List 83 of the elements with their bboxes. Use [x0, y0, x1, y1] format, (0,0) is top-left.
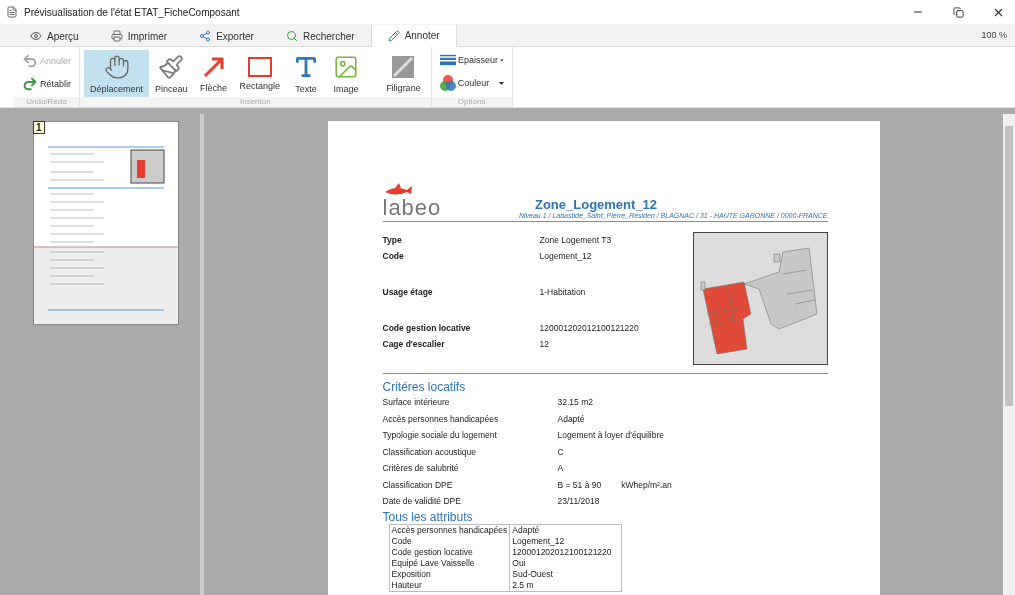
attribute-value: 120001202012100121220 — [509, 546, 621, 558]
criteria-value: Adapté — [557, 413, 585, 424]
attribute-name: Equipé Lave Vaisselle — [389, 557, 510, 569]
tool-button[interactable]: Pinceau — [149, 50, 194, 97]
field-label: Code — [382, 251, 405, 261]
zoom-level: 100 % — [981, 30, 1007, 40]
eye-icon — [30, 30, 42, 42]
field-label: Code gestion locative — [382, 323, 472, 333]
printer-icon — [110, 30, 123, 42]
caret-icon — [499, 58, 504, 62]
rectangle-icon — [247, 56, 272, 77]
window-title: Prévisualisation de l'état ETAT_FicheComposant — [24, 6, 241, 18]
section-title: Critéres locatifs — [382, 380, 467, 394]
ribbon-tab[interactable]: Aperçu — [14, 25, 95, 47]
watermark-icon — [391, 54, 416, 79]
share-icon — [199, 30, 212, 42]
attribute-name: Exposition — [389, 568, 510, 580]
tool-button[interactable]: Déplacement — [84, 50, 150, 97]
hand-icon — [103, 53, 130, 80]
option-dropdown[interactable]: Epaisseur — [435, 51, 508, 69]
attribute-value: Sud-Ouest — [509, 568, 621, 580]
brush-icon — [158, 53, 185, 80]
document-title: Zone_Logement_12 — [534, 197, 658, 212]
section-title: Tous les attributs — [382, 509, 474, 524]
criteria-value: Logement à loyer d'équilibre — [557, 430, 665, 441]
attribute-name: Hauteur — [389, 579, 510, 591]
tool-button[interactable]: Rectangle — [233, 50, 287, 97]
criteria-label: Classification DPE — [382, 479, 454, 490]
attribute-name: Code gestion locative — [389, 546, 510, 558]
line-thickness-icon — [439, 53, 456, 67]
page-number: 1 — [33, 121, 45, 134]
field-label: Cage d'escalier — [382, 339, 446, 349]
field-label: Usage étage — [382, 287, 434, 297]
criteria-value: 23/11/2018 — [557, 496, 600, 507]
vertical-scrollbar[interactable] — [1003, 114, 1015, 595]
criteria-label: Typologie sociale du logement — [382, 430, 498, 441]
group-label: Insertion — [80, 97, 431, 107]
ribbon-tab[interactable]: Imprimer — [94, 25, 184, 47]
group-label: Options — [431, 97, 512, 107]
criteria-label: Surface intérieure — [382, 397, 451, 408]
search-icon — [285, 30, 298, 42]
criteria-value: 32.15 m2 — [557, 397, 593, 408]
attribute-name: Accès personnes handicapées — [389, 524, 510, 536]
ribbon-tab[interactable]: Exporter — [183, 25, 270, 47]
field-value: 1-Habitation — [539, 287, 587, 297]
attribute-value: 2.5 m — [509, 579, 621, 591]
redo-button[interactable]: Rétablir — [18, 73, 76, 94]
criteria-label: Date de validité DPE — [382, 496, 462, 507]
field-value: Zone Logement T3 — [539, 235, 613, 245]
criteria-value: C — [557, 446, 564, 457]
field-value: 120001202012100121220 — [539, 323, 640, 333]
criteria-label: Classification acoustique — [382, 446, 478, 457]
attribute-name: Code — [389, 535, 510, 547]
tool-button[interactable]: Texte — [286, 50, 327, 97]
field-value: 12 — [539, 339, 550, 349]
criteria-value: B = 51 à 90 — [557, 479, 602, 490]
caret-icon — [498, 81, 504, 85]
ribbon-tab[interactable]: Annoter — [370, 25, 457, 47]
criteria-value: A — [557, 463, 564, 474]
image-icon — [333, 53, 360, 80]
criteria-unit: kWhep/m².an — [621, 479, 672, 490]
attribute-value: Logement_12 — [509, 535, 621, 547]
document-icon — [6, 6, 18, 18]
criteria-label: Critères de salubrité — [382, 463, 460, 474]
scrollbar-thumb[interactable] — [1005, 126, 1013, 406]
group-label: Undo/Redo — [14, 97, 80, 107]
undo-icon — [22, 52, 38, 69]
redo-icon — [22, 75, 38, 92]
criteria-label: Accès personnes handicapées — [382, 413, 500, 424]
tool-button[interactable]: Flèche — [193, 50, 234, 97]
color-wheel-icon — [439, 75, 456, 91]
logo-text: labeo — [382, 197, 442, 219]
attribute-value: Adapté — [509, 524, 621, 536]
attribute-value: Oui — [509, 557, 621, 569]
pencil-icon — [387, 29, 400, 42]
field-value: Logement_12 — [539, 251, 593, 261]
page-thumbnail[interactable]: 1 — [34, 122, 178, 324]
tool-button[interactable]: Filigrane — [380, 50, 427, 97]
field-label: Type — [382, 235, 403, 245]
restore-icon — [952, 6, 964, 18]
option-dropdown[interactable]: Couleur — [435, 73, 508, 93]
ribbon-tab[interactable]: Rechercher — [269, 25, 371, 47]
tool-button[interactable]: Image — [326, 50, 367, 97]
